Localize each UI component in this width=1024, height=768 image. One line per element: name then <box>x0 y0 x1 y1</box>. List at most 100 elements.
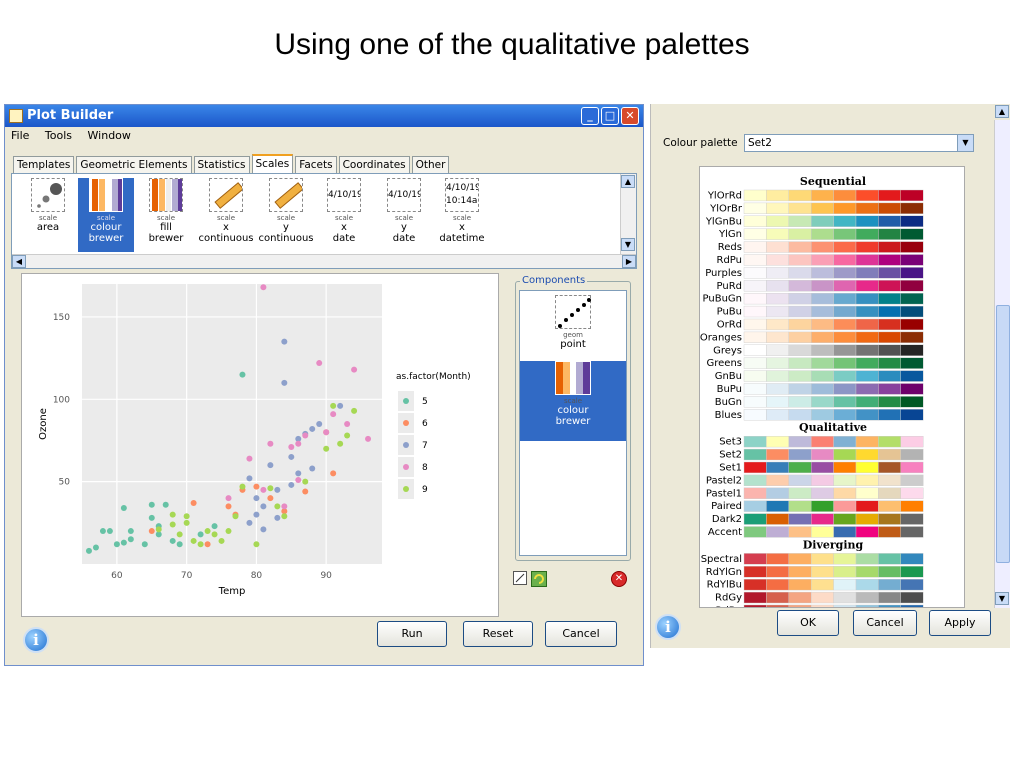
close-icon[interactable]: ✕ <box>621 107 639 125</box>
delete-icon[interactable]: ✕ <box>611 571 627 587</box>
menu-file[interactable]: File <box>11 129 29 142</box>
palette-name: Greens <box>707 358 743 369</box>
refresh-icon[interactable] <box>531 571 547 587</box>
palette-swatch <box>743 436 767 448</box>
colour-brewer-icon <box>555 361 591 395</box>
legend-swatch <box>403 464 409 470</box>
scale-item-area[interactable]: scale area <box>20 178 76 252</box>
scale-fill-brewer-icon <box>149 178 183 212</box>
palette-name: RdYlGn <box>706 567 742 578</box>
palette-swatch <box>766 500 790 512</box>
scale-palette-vscroll[interactable]: ▲ ▼ <box>620 174 636 254</box>
scale-item-fill-brewer[interactable]: scale fill brewer <box>138 178 194 252</box>
scale-item-x-date[interactable]: 4/10/197 scale x date <box>316 178 372 252</box>
tab-statistics[interactable]: Statistics <box>193 156 250 173</box>
tab-geometric-elements[interactable]: Geometric Elements <box>76 156 192 173</box>
data-point <box>225 528 232 535</box>
data-point <box>148 528 155 535</box>
scroll-up-icon[interactable]: ▲ <box>995 105 1009 118</box>
menu-window[interactable]: Window <box>88 129 131 142</box>
palette-swatch <box>833 487 857 499</box>
info-icon[interactable]: i <box>655 614 681 640</box>
palette-swatch <box>833 500 857 512</box>
scale-item-x-continuous[interactable]: scale x continuous <box>198 178 254 252</box>
minimize-icon[interactable]: _ <box>581 107 599 125</box>
scale-palette-hscroll[interactable]: ◀ ▶ <box>12 254 636 268</box>
palette-swatch <box>855 553 879 565</box>
chevron-down-icon[interactable]: ▼ <box>957 135 973 151</box>
palette-swatch <box>766 228 790 240</box>
palette-swatch <box>788 461 812 474</box>
legend-label: 6 <box>422 419 428 429</box>
palette-swatch <box>878 305 901 318</box>
palette-swatch <box>788 305 812 318</box>
palette-swatch <box>743 305 767 318</box>
palette-swatch <box>900 604 924 607</box>
data-point <box>169 537 176 544</box>
scroll-down-icon[interactable]: ▼ <box>621 238 635 251</box>
cancel-button[interactable]: Cancel <box>545 621 617 647</box>
data-point <box>309 465 316 472</box>
data-point <box>267 462 274 469</box>
data-point <box>295 440 302 447</box>
scale-item-colour-brewer[interactable]: scale colour brewer <box>78 178 134 252</box>
reset-button[interactable]: Reset <box>463 621 533 647</box>
ok-button[interactable]: OK <box>777 610 839 636</box>
tab-other[interactable]: Other <box>411 156 450 173</box>
palette-swatch <box>743 344 767 356</box>
scroll-thumb[interactable] <box>996 305 1010 563</box>
palette-name: Set1 <box>719 463 742 474</box>
tab-facets[interactable]: Facets <box>295 156 337 173</box>
data-point <box>197 531 204 538</box>
colour-palette-select[interactable]: Set2 ▼ <box>744 134 974 152</box>
palette-swatch <box>788 579 812 591</box>
palette-swatch <box>743 566 767 578</box>
palette-swatch <box>900 228 924 240</box>
menu-tools[interactable]: Tools <box>45 129 72 142</box>
palette-name: RdGy <box>715 593 742 604</box>
scroll-up-icon[interactable]: ▲ <box>621 175 635 188</box>
edit-icon[interactable] <box>513 571 527 585</box>
palette-swatch <box>878 604 901 607</box>
legend-label: 9 <box>422 485 428 495</box>
palette-swatch <box>810 344 834 356</box>
scroll-right-icon[interactable]: ▶ <box>622 255 636 268</box>
scale-item-x-datetime[interactable]: 4/10/197 10:14am scale x datetime <box>434 178 490 252</box>
tab-coordinates[interactable]: Coordinates <box>338 156 410 173</box>
apply-button[interactable]: Apply <box>929 610 991 636</box>
palette-swatch <box>878 513 901 525</box>
palette-swatch <box>788 513 812 525</box>
legend-label: 8 <box>422 463 428 473</box>
maximize-icon[interactable]: □ <box>601 107 619 125</box>
palette-swatch <box>833 526 857 538</box>
window-titlebar[interactable]: Plot Builder _ □ ✕ <box>5 105 643 127</box>
palette-swatch <box>900 189 924 202</box>
palette-swatch <box>878 474 901 486</box>
y-axis-label: Ozone <box>38 408 49 440</box>
palette-swatch <box>855 513 879 525</box>
info-icon[interactable]: i <box>23 627 49 653</box>
scale-item-y-continuous[interactable]: scale y continuous <box>258 178 314 252</box>
palette-swatch <box>900 241 924 253</box>
scale-item-y-date[interactable]: 4/10/197 scale y date <box>376 178 432 252</box>
scroll-down-icon[interactable]: ▼ <box>995 592 1009 605</box>
data-point <box>344 432 351 439</box>
tab-scales[interactable]: Scales <box>251 154 294 173</box>
palette-name: BuPu <box>717 384 742 395</box>
palette-swatch <box>833 305 857 318</box>
data-point <box>253 483 260 490</box>
component-colour-brewer[interactable]: scale colour brewer <box>520 361 626 441</box>
scroll-left-icon[interactable]: ◀ <box>12 255 26 268</box>
component-geom-point[interactable]: geom point <box>520 295 626 359</box>
palette-swatch <box>810 487 834 499</box>
palette-name: Pastel2 <box>706 475 742 486</box>
palette-swatch <box>833 189 857 202</box>
palette-swatch <box>878 566 901 578</box>
dialog-cancel-button[interactable]: Cancel <box>853 610 917 636</box>
data-point <box>260 284 267 291</box>
palette-swatch <box>878 254 901 266</box>
palette-swatch <box>855 487 879 499</box>
run-button[interactable]: Run <box>377 621 447 647</box>
tab-templates[interactable]: Templates <box>13 156 75 173</box>
palette-vscroll[interactable]: ▲ ▼ <box>994 105 1010 608</box>
